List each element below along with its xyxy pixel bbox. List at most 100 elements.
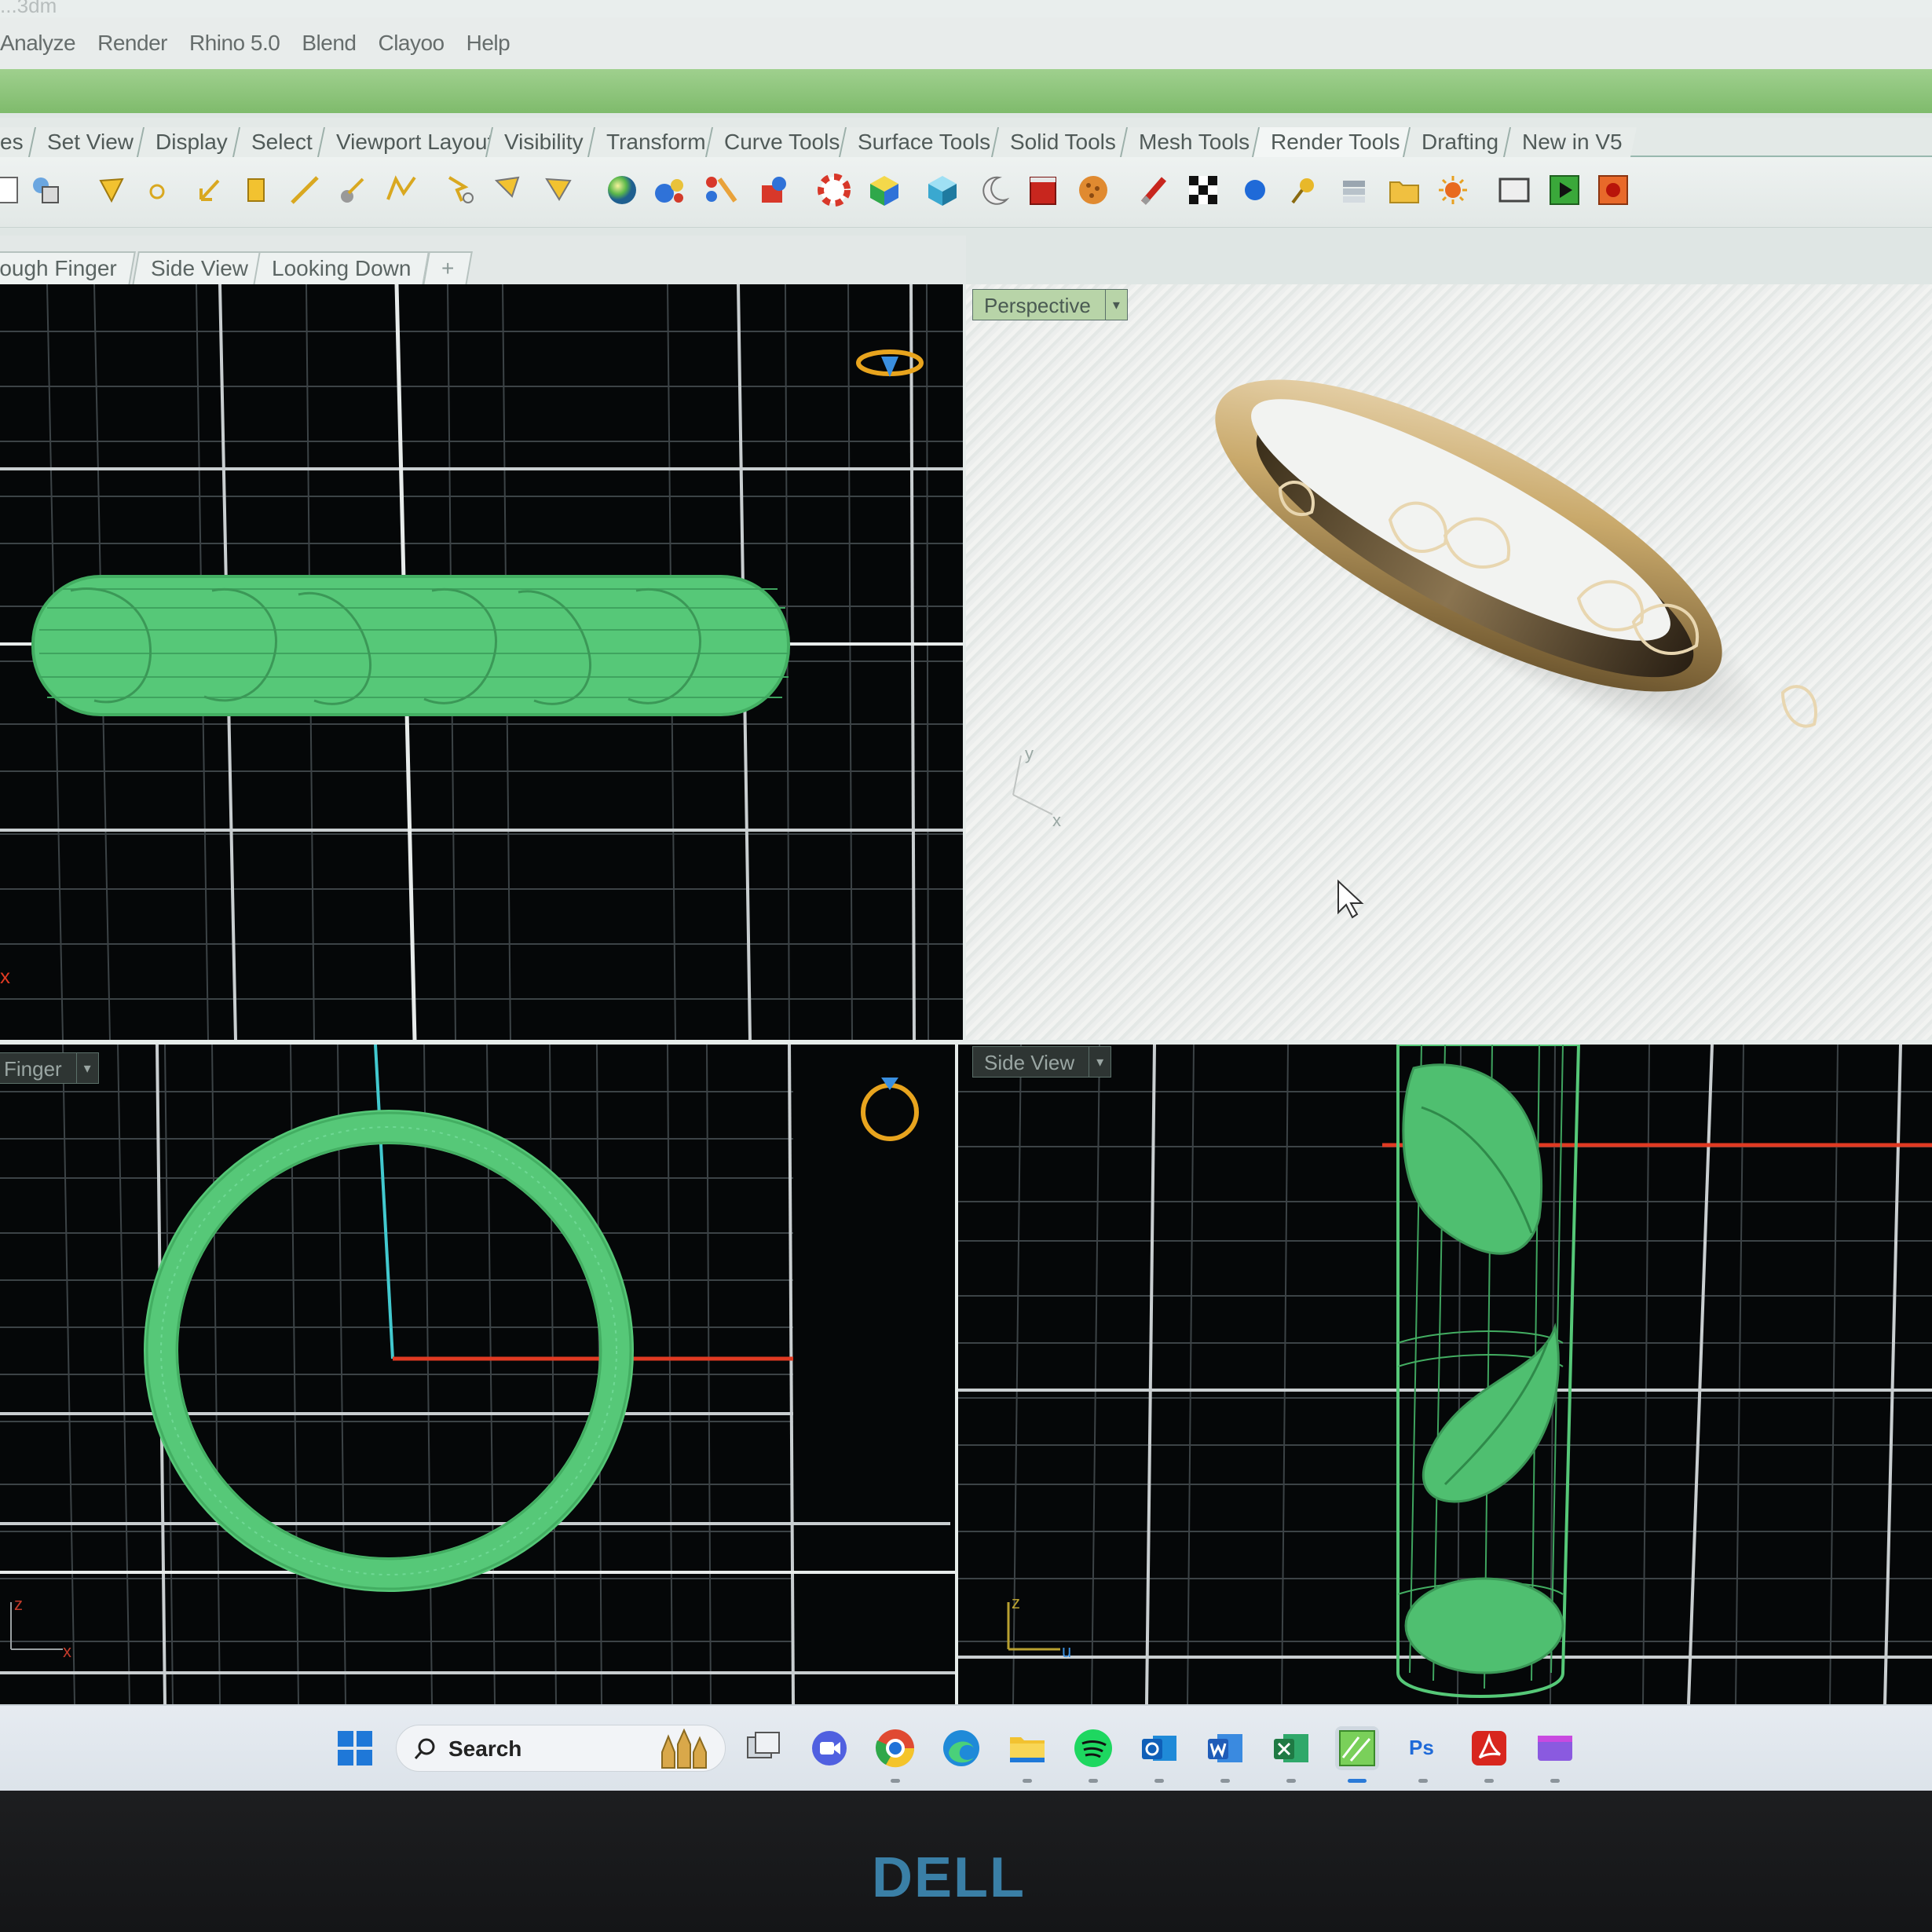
add-viewport-tab-button[interactable]: + — [423, 251, 473, 286]
chevron-down-icon[interactable]: ▾ — [75, 1053, 98, 1083]
rhino-icon[interactable] — [1335, 1726, 1379, 1783]
material-library-icon[interactable] — [756, 173, 790, 207]
dell-logo: DELL — [872, 1846, 1024, 1909]
viewport-icon[interactable] — [1497, 173, 1531, 207]
menu-render[interactable]: Render — [97, 31, 167, 56]
menu-blend[interactable]: Blend — [302, 31, 357, 56]
task-view-icon[interactable] — [741, 1726, 785, 1770]
tab-drafting[interactable]: Drafting — [1402, 127, 1513, 157]
tab-solid-tools[interactable]: Solid Tools — [990, 127, 1130, 157]
key-icon[interactable] — [1286, 173, 1321, 207]
chevron-down-icon[interactable]: ▾ — [1089, 1047, 1111, 1077]
photoshop-icon[interactable]: Ps — [1401, 1726, 1445, 1783]
svg-text:y: y — [1025, 744, 1034, 763]
window-title: ...3dm — [0, 0, 57, 17]
mouse-cursor-icon — [1337, 879, 1364, 919]
tab-transform[interactable]: Transform — [587, 127, 720, 157]
taskbar-search-box[interactable]: Search — [396, 1725, 726, 1772]
icon-toolbar — [0, 157, 1932, 228]
video-chat-icon[interactable] — [807, 1726, 851, 1770]
record-icon[interactable] — [1596, 173, 1630, 207]
toolbar-tab-row: es Set View Display Select Viewport Layo… — [0, 118, 1932, 157]
edge-icon[interactable] — [939, 1726, 983, 1770]
select-lasso-icon[interactable] — [542, 173, 576, 207]
viewport-tab-looking-down[interactable]: Looking Down — [253, 251, 430, 286]
screen: ...3dm Analyze Render Rhino 5.0 Blend Cl… — [0, 0, 1932, 1791]
tab-surface-tools[interactable]: Surface Tools — [838, 127, 1005, 157]
viewport-splitter-vertical[interactable] — [963, 284, 966, 1040]
menu-rhino5[interactable]: Rhino 5.0 — [189, 31, 280, 56]
material-icon[interactable] — [704, 173, 738, 207]
select-points-icon[interactable] — [492, 173, 526, 207]
acrobat-icon[interactable] — [1467, 1726, 1511, 1783]
cube-icon[interactable] — [925, 173, 960, 207]
menu-analyze[interactable]: Analyze — [0, 31, 76, 56]
outlook-icon[interactable] — [1137, 1726, 1181, 1783]
tab-viewport-layout[interactable]: Viewport Layout — [317, 127, 508, 157]
axis-gizmo: y x — [1012, 744, 1061, 830]
spotify-icon[interactable] — [1071, 1726, 1115, 1783]
lifebuoy-icon[interactable] — [817, 173, 851, 207]
svg-text:u: u — [1062, 1641, 1071, 1661]
layers-icon[interactable] — [1337, 173, 1371, 207]
tab-new-in-v5[interactable]: New in V5 — [1502, 127, 1637, 157]
render-spheres-icon[interactable] — [653, 173, 688, 207]
file-explorer-icon[interactable] — [1005, 1726, 1049, 1783]
move-icon[interactable] — [335, 173, 369, 207]
front-axis-gizmo: z x — [10, 1594, 71, 1661]
save-icon[interactable] — [28, 173, 63, 207]
windows-start-icon[interactable] — [333, 1726, 377, 1770]
new-file-icon[interactable] — [0, 173, 27, 207]
brush-icon[interactable] — [1137, 173, 1172, 207]
tab-curve-tools[interactable]: Curve Tools — [704, 127, 854, 157]
point-icon[interactable] — [94, 173, 129, 207]
tab-display[interactable]: Display — [136, 127, 242, 157]
viewport-front[interactable]: z x Finger ▾ — [0, 1045, 955, 1704]
viewport-tab-side-view[interactable]: Side View — [132, 251, 267, 286]
search-icon — [414, 1738, 435, 1759]
perspective-render: y x — [1012, 379, 1817, 919]
light-icon[interactable] — [1436, 173, 1470, 207]
svg-text:x: x — [1052, 810, 1061, 830]
checker-icon[interactable] — [1186, 173, 1220, 207]
viewport-tab-rough-finger[interactable]: rough Finger — [0, 251, 136, 286]
play-icon[interactable] — [1547, 173, 1582, 207]
viewport-splitter-horizontal[interactable] — [0, 1040, 1932, 1045]
viewport-tab-row: rough Finger Side View Looking Down + — [0, 236, 966, 286]
tab-visibility[interactable]: Visibility — [485, 127, 598, 157]
rectangle-icon[interactable] — [239, 173, 273, 207]
circle-icon[interactable] — [140, 173, 174, 207]
flag-icon[interactable] — [385, 173, 419, 207]
viewport-label-side-view[interactable]: Side View ▾ — [972, 1046, 1112, 1078]
select-icon[interactable] — [445, 173, 479, 207]
svg-text:Ps: Ps — [1409, 1736, 1434, 1759]
menu-clayoo[interactable]: Clayoo — [378, 31, 445, 56]
chrome-icon[interactable] — [873, 1726, 917, 1783]
tab-mesh-tools[interactable]: Mesh Tools — [1119, 127, 1264, 157]
blue-sphere-icon[interactable] — [1238, 173, 1272, 207]
viewport-top[interactable]: x — [0, 284, 963, 1040]
search-label: Search — [448, 1736, 522, 1761]
line-icon[interactable] — [287, 173, 322, 207]
word-icon[interactable] — [1203, 1726, 1247, 1783]
red-box-icon[interactable] — [1026, 173, 1060, 207]
folder-icon[interactable] — [1387, 173, 1422, 207]
menu-help[interactable]: Help — [467, 31, 510, 56]
color-cube-icon[interactable] — [867, 173, 902, 207]
ring-top-wireframe — [31, 575, 790, 716]
windows-taskbar: Search Ps — [0, 1704, 1932, 1791]
svg-text:z: z — [1012, 1593, 1020, 1612]
excel-icon[interactable] — [1269, 1726, 1313, 1783]
viewport-splitter-vertical-lower[interactable] — [955, 1045, 958, 1704]
tab-set-view[interactable]: Set View — [27, 127, 148, 157]
tab-render-tools[interactable]: Render Tools — [1251, 127, 1414, 157]
texture-ball-icon[interactable] — [1076, 173, 1111, 207]
media-icon[interactable] — [1533, 1726, 1577, 1783]
arrow-icon[interactable] — [193, 173, 228, 207]
sphere-icon[interactable] — [605, 173, 639, 207]
crescent-icon[interactable] — [977, 173, 1012, 207]
viewport-side[interactable]: z u Side View ▾ — [958, 1045, 1932, 1704]
tab-select[interactable]: Select — [232, 127, 327, 157]
viewport-label-finger[interactable]: Finger ▾ — [0, 1052, 99, 1084]
viewport-perspective[interactable]: Perspective ▾ y x — [966, 284, 1932, 1040]
